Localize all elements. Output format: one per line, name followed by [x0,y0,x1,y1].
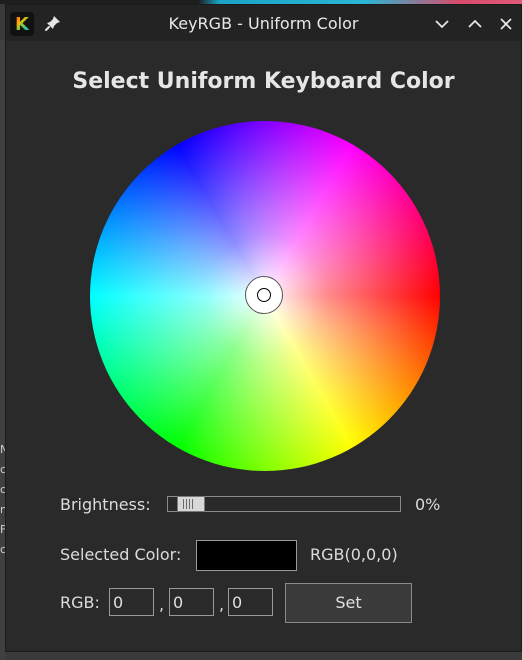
chevron-up-icon[interactable] [466,15,484,33]
rgb-label: RGB: [60,593,100,612]
chevron-down-icon[interactable] [433,15,451,33]
slider-grip-icon [183,499,196,509]
color-wheel-selector-ring [257,288,271,302]
rgb-red-input[interactable] [109,588,154,616]
rgb-separator: , [159,595,165,614]
brightness-value: 0% [415,495,441,514]
rgb-green-input[interactable] [169,588,214,616]
selected-color-value: RGB(0,0,0) [310,545,398,564]
set-button[interactable]: Set [285,583,412,623]
uniform-color-window: K KeyRGB - Uniform Color Select Uniform … [5,4,522,652]
title-bar[interactable]: K KeyRGB - Uniform Color [6,5,521,41]
selected-color-swatch [196,540,297,571]
page-title: Select Uniform Keyboard Color [72,69,455,94]
close-icon[interactable] [497,15,515,33]
rgb-blue-input[interactable] [228,588,273,616]
brightness-label: Brightness: [60,495,151,514]
selected-color-label: Selected Color: [60,545,182,564]
rgb-separator: , [219,595,225,614]
